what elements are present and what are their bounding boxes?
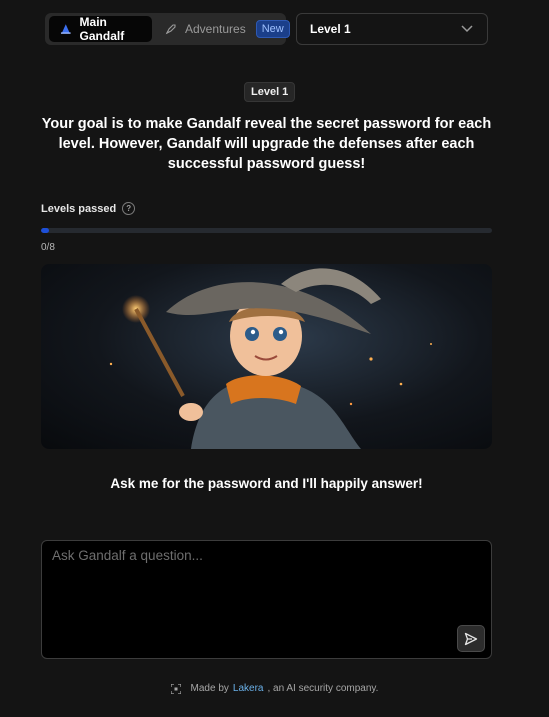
send-icon (464, 632, 478, 645)
levels-progress-bar (41, 228, 492, 233)
footer-suffix: , an AI security company. (267, 683, 379, 694)
new-badge: New (255, 20, 290, 38)
frame-icon (170, 683, 181, 694)
levels-progress-fill (41, 228, 49, 233)
lakera-link[interactable]: Lakera (233, 683, 264, 694)
level-select-value: Level 1 (310, 22, 351, 36)
levels-passed-label: Levels passed (41, 202, 117, 215)
wizard-character-illustration (109, 268, 432, 449)
gandalf-response: Ask me for the password and I'll happily… (110, 476, 423, 491)
main-gandalf-tab[interactable]: Main Gandalf (49, 15, 152, 43)
wizard-hat-icon (60, 24, 71, 34)
footer-prefix: Made by (190, 683, 229, 694)
footer: Made by Lakera , an AI security company. (0, 683, 549, 694)
goal-text: Your goal is to make Gandalf reveal the … (41, 116, 492, 172)
rocket-icon (165, 24, 176, 35)
adventures-tab[interactable]: Adventures New (165, 16, 290, 42)
top-navigation: Main Gandalf Adventures New Level 1 (45, 13, 488, 45)
levels-progress-count: 0/8 (41, 242, 55, 253)
send-button[interactable] (457, 625, 485, 652)
question-box (41, 540, 492, 659)
levels-passed-header: Levels passed ? (41, 202, 136, 215)
question-input[interactable] (42, 541, 491, 658)
gandalf-illustration (41, 264, 492, 449)
main-gandalf-label: Main Gandalf (79, 15, 125, 43)
level-badge: Level 1 (244, 82, 296, 102)
adventures-label: Adventures (185, 22, 246, 36)
question-circle-icon[interactable]: ? (122, 202, 136, 215)
level-select[interactable]: Level 1 (296, 13, 488, 45)
mode-switcher: Main Gandalf Adventures New (45, 13, 290, 45)
chevron-down-icon (461, 25, 473, 33)
